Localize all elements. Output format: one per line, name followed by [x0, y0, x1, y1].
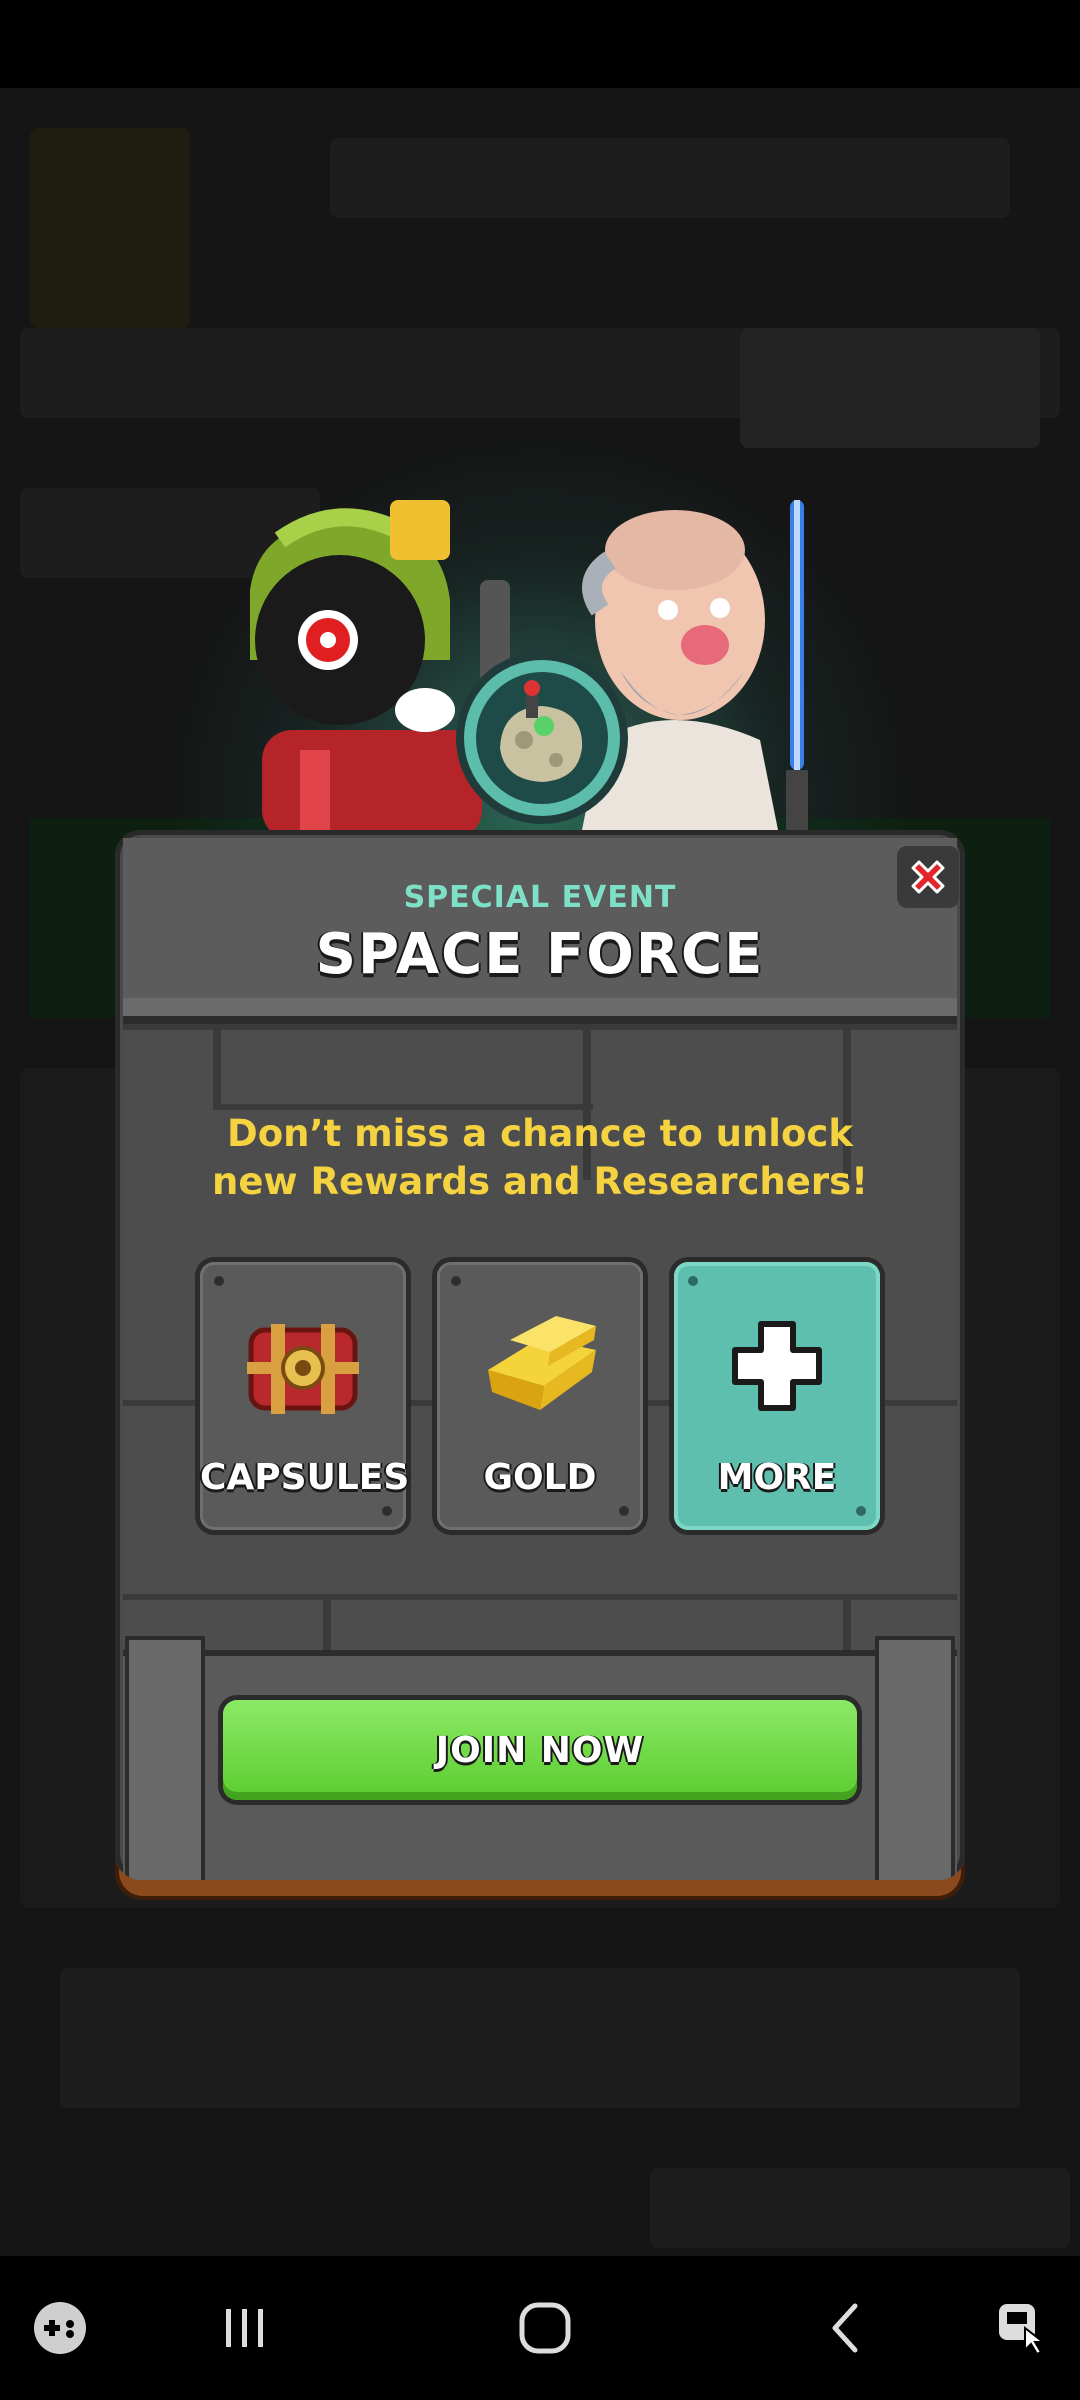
- reward-tile-gold[interactable]: GOLD: [437, 1262, 643, 1530]
- reward-label-more: MORE: [717, 1457, 837, 1498]
- system-navigation-bar: [0, 2256, 1080, 2400]
- event-popup: SPECIAL EVENT SPACE FORCE Don’t miss a c…: [115, 830, 965, 1900]
- status-bar: [0, 0, 1080, 88]
- event-message: Don’t miss a chance to unlock new Reward…: [212, 1112, 868, 1203]
- left-pillar: [129, 1640, 201, 1880]
- reward-tile-capsules[interactable]: CAPSULES: [200, 1262, 410, 1530]
- right-pillar: [879, 1640, 951, 1880]
- gold-bar-icon: [480, 1310, 600, 1420]
- plus-icon: [717, 1310, 837, 1420]
- back-icon: [832, 2303, 858, 2353]
- back-button[interactable]: [800, 2256, 890, 2400]
- capsule-chest-icon: [243, 1310, 363, 1420]
- game-launcher-button[interactable]: [20, 2256, 100, 2400]
- event-title: SPACE FORCE: [315, 922, 765, 987]
- recent-apps-icon: [226, 2309, 263, 2347]
- home-button[interactable]: [500, 2256, 590, 2400]
- reward-label-capsules: CAPSULES: [200, 1457, 410, 1498]
- accessibility-button[interactable]: [976, 2256, 1066, 2400]
- asteroid-event-badge: [452, 648, 632, 828]
- recent-apps-button[interactable]: [200, 2256, 290, 2400]
- reward-tile-more[interactable]: MORE: [674, 1262, 880, 1530]
- home-icon: [519, 2302, 571, 2354]
- game-launcher-icon: [34, 2302, 86, 2354]
- reward-label-gold: GOLD: [483, 1457, 597, 1498]
- event-popup-body: SPECIAL EVENT SPACE FORCE Don’t miss a c…: [115, 830, 965, 1880]
- event-kicker: SPECIAL EVENT: [403, 880, 677, 915]
- close-button[interactable]: [897, 846, 959, 908]
- join-now-button[interactable]: JOIN NOW: [223, 1700, 857, 1800]
- close-icon: [911, 860, 945, 894]
- accessibility-icon: [999, 2304, 1046, 2356]
